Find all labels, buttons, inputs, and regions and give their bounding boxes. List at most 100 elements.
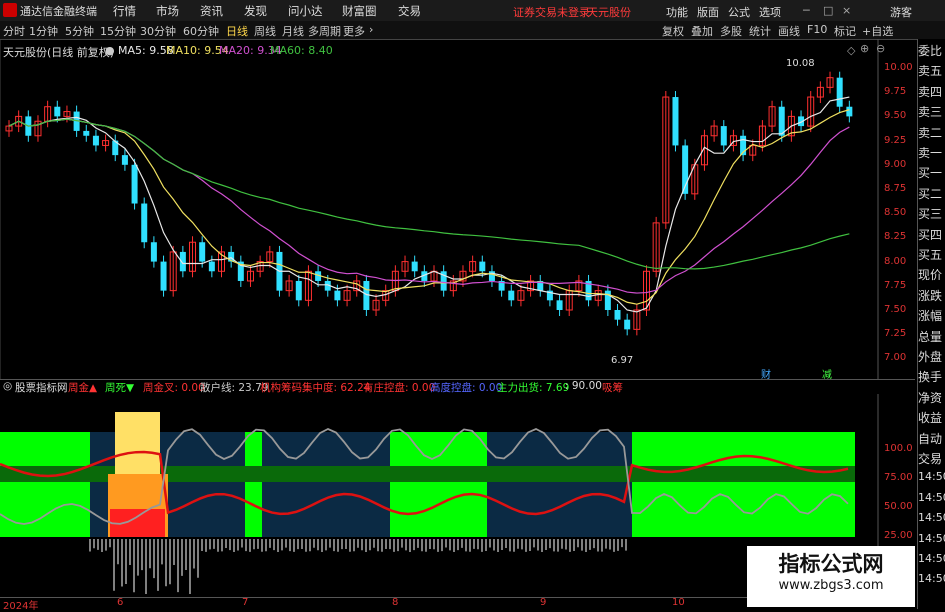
sidebar-item[interactable]: 14:50 (918, 491, 945, 504)
tab-daily[interactable]: 日线 (226, 23, 248, 39)
ind-sanhu: 散户线: 23.79 (200, 382, 269, 394)
sidebar-item[interactable]: 买三 (918, 205, 942, 222)
ind-youzhuang: 有庄控盘: 0.00 (363, 382, 436, 394)
btn-f10[interactable]: F10 (807, 23, 827, 36)
candle-down (508, 290, 515, 301)
sidebar-item[interactable]: 外盘 (918, 348, 942, 365)
indicator-name[interactable]: 股票指标网 (15, 380, 68, 395)
tab-1min[interactable]: 1分钟 (29, 23, 58, 39)
guest-button[interactable]: 游客 (890, 4, 912, 20)
menu-xuanxiang[interactable]: 选项 (759, 4, 781, 20)
menu-caifuquan[interactable]: 财富圈 (342, 3, 377, 19)
price-tick: 7.25 (884, 328, 907, 340)
sidebar-item[interactable]: 14:50 (918, 552, 945, 565)
close-icon[interactable]: × (842, 4, 851, 17)
time-tick: 9 (540, 597, 547, 608)
candle-down (556, 300, 563, 310)
sidebar-item[interactable]: 买二 (918, 185, 942, 202)
sidebar-item[interactable]: 14:50 (918, 470, 945, 483)
sidebar-item[interactable]: 交易 (918, 450, 942, 467)
btn-fuquan[interactable]: 复权 (662, 23, 684, 39)
tab-multi[interactable]: 多周期 (308, 23, 341, 39)
time-tick: 8 (392, 597, 399, 608)
ind-kongpan: 吸筹 (602, 382, 623, 394)
time-tick: 2024年 (3, 601, 39, 612)
watermark-url: www.zbgs3.com (778, 578, 884, 593)
sidebar-item[interactable]: 自动 (918, 430, 942, 447)
price-tick: 8.25 (884, 231, 907, 243)
tab-fenshi[interactable]: 分时 (3, 23, 25, 39)
sidebar-item[interactable]: 卖一 (918, 144, 942, 161)
chevron-right-icon[interactable]: › (369, 23, 373, 36)
sidebar-item[interactable]: 现价 (918, 266, 942, 283)
btn-huaxian[interactable]: 画线 (778, 23, 800, 39)
menu-jiaoyi[interactable]: 交易 (398, 3, 421, 19)
btn-duogu[interactable]: 多股 (720, 23, 742, 39)
menu-gongshi[interactable]: 公式 (728, 4, 750, 20)
tab-weekly[interactable]: 周线 (254, 23, 276, 39)
indicator-tick: 100.0 (884, 443, 913, 454)
candle-down (479, 261, 486, 272)
price-tick: 9.25 (884, 134, 907, 146)
settings-icon[interactable]: ◇ (847, 44, 855, 57)
ind-zhuli: 主力出货: 7.69 (497, 382, 570, 394)
login-status[interactable]: 证券交易未登录 (513, 4, 590, 20)
price-tick: 10.00 (884, 62, 913, 73)
sidebar-item[interactable]: 涨跌 (918, 287, 942, 304)
sidebar-item[interactable]: 委比 (918, 42, 942, 59)
menu-shichang[interactable]: 市场 (156, 3, 179, 19)
btn-tongji[interactable]: 统计 (749, 23, 771, 39)
tab-15min[interactable]: 15分钟 (100, 23, 136, 39)
tab-5min[interactable]: 5分钟 (65, 23, 94, 39)
tab-30min[interactable]: 30分钟 (140, 23, 176, 39)
indicator-tick: 75.00 (884, 472, 913, 483)
candle-down (720, 126, 727, 146)
sidebar-item[interactable]: 买四 (918, 226, 942, 243)
candle-down (411, 261, 418, 272)
menu-hangqing[interactable]: 行情 (113, 3, 136, 19)
sidebar-item[interactable]: 总量 (918, 328, 942, 345)
menu-gongneng[interactable]: 功能 (666, 4, 688, 20)
sidebar-item[interactable]: 买一 (918, 164, 942, 181)
tab-more[interactable]: 更多 (343, 23, 365, 39)
sidebar-item[interactable]: 14:50 (918, 532, 945, 545)
menu-banmian[interactable]: 版面 (697, 4, 719, 20)
candle-down (208, 261, 215, 272)
candle-down (141, 203, 148, 243)
zoom-in-icon[interactable]: ⊕ (860, 42, 869, 55)
sidebar-item[interactable]: 卖五 (918, 62, 942, 79)
candle-down (836, 77, 843, 107)
indicator-zone (262, 432, 390, 537)
sidebar-item[interactable]: 涨幅 (918, 307, 942, 324)
btn-biaoji[interactable]: 标记 (834, 23, 856, 39)
sidebar-item[interactable]: 14:50 (918, 572, 945, 585)
candle-down (131, 164, 138, 204)
btn-diejia[interactable]: 叠加 (691, 23, 713, 39)
price-tick: 8.00 (884, 255, 907, 267)
ind-zhoujin: 周金▲ (68, 382, 98, 394)
menu-faxian[interactable]: 发现 (244, 3, 267, 19)
zoom-out-icon[interactable]: ⊖ (876, 42, 885, 55)
price-tick: 7.00 (884, 352, 907, 364)
time-tick: 10 (672, 597, 685, 608)
sidebar-item[interactable]: 收益 (918, 409, 942, 426)
sidebar-item[interactable]: 买五 (918, 246, 942, 263)
ind-jigou: 机构筹码集中度: 62.24 (260, 382, 371, 394)
tab-monthly[interactable]: 月线 (282, 23, 304, 39)
btn-zixuan[interactable]: +自选 (862, 23, 893, 39)
ind-zhoujincha: 周金叉: 0.00 (143, 382, 205, 394)
maximize-icon[interactable]: □ (823, 4, 833, 17)
tab-60min[interactable]: 60分钟 (183, 23, 219, 39)
menu-zixun[interactable]: 资讯 (200, 3, 223, 19)
minimize-icon[interactable]: ─ (803, 4, 810, 17)
sidebar-item[interactable]: 净资 (918, 389, 942, 406)
candlestick-chart[interactable] (0, 39, 915, 379)
sidebar-item[interactable]: 卖四 (918, 83, 942, 100)
menu-wenxiaoda[interactable]: 问小达 (288, 3, 323, 19)
sidebar-item[interactable]: 14:50 (918, 511, 945, 524)
sidebar-item[interactable]: 卖二 (918, 124, 942, 141)
indicator-zone (632, 432, 855, 537)
sidebar-item[interactable]: 卖三 (918, 103, 942, 120)
sidebar-item[interactable]: 换手 (918, 368, 942, 385)
price-tick: 7.50 (884, 304, 907, 315)
